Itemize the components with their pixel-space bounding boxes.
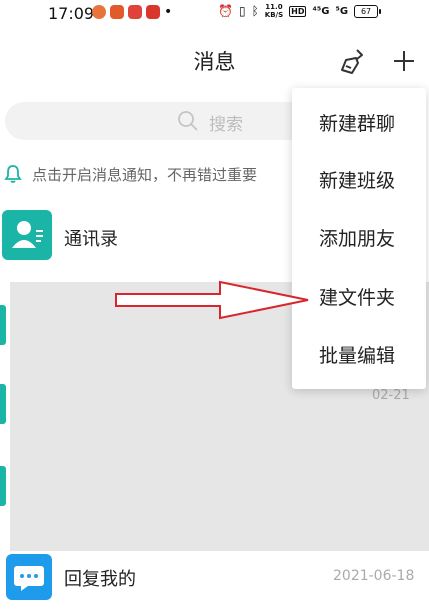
conversation-avatar-edge [0, 466, 6, 506]
nav-bar: 消息 [0, 34, 429, 88]
app-notification-icon [110, 5, 124, 19]
chat-bubble-icon [6, 554, 52, 600]
contacts-label: 通讯录 [64, 229, 118, 250]
add-dropdown-menu: 新建群聊 新建班级 添加朋友 建文件夹 批量编辑 [292, 88, 426, 389]
menu-item-new-class[interactable]: 新建班级 [292, 151, 426, 211]
notification-hint-text: 点击开启消息通知，不再错过重要 [32, 166, 258, 184]
app-notification-icon [146, 5, 160, 19]
reply-mine-date: 2021-06-18 [333, 568, 415, 584]
menu-item-batch-edit[interactable]: 批量编辑 [292, 326, 426, 386]
bluetooth-icon: ᛒ [251, 4, 259, 18]
hd-badge: HD [289, 5, 307, 17]
network-speed-unit: KB/S [264, 11, 284, 19]
annotation-arrow-icon [115, 280, 309, 320]
menu-item-new-group-chat[interactable]: 新建群聊 [292, 94, 426, 154]
more-notifications-dot-icon: • [164, 4, 173, 20]
search-icon [178, 111, 198, 131]
plus-icon[interactable] [389, 46, 419, 76]
menu-item-new-folder[interactable]: 建文件夹 [292, 268, 426, 328]
reply-mine-row[interactable]: 回复我的 2021-06-18 [0, 553, 429, 612]
conversation-avatar-edge [0, 305, 6, 345]
network-speed-value: 11.0 [265, 3, 283, 11]
battery-icon: 67 [354, 4, 382, 18]
system-status-icons: ⏰ ▯ ᛒ 11.0 KB/S HD ⁴⁵G ⁵G 67 [218, 3, 382, 19]
network-speed: 11.0 KB/S [265, 3, 283, 19]
vibrate-icon: ▯ [238, 4, 246, 18]
conversation-timestamp: 02-21 [372, 388, 410, 403]
alarm-icon: ⏰ [218, 4, 233, 18]
broom-icon[interactable] [338, 46, 368, 76]
reply-mine-label: 回复我的 [64, 569, 136, 590]
conversation-avatar-edge [0, 384, 6, 424]
menu-item-add-friend[interactable]: 添加朋友 [292, 209, 426, 269]
signal-strength-2: ⁵G [335, 5, 349, 17]
search-placeholder: 搜索 [209, 115, 243, 135]
signal-strength-1: ⁴⁵G [312, 5, 330, 17]
status-bar: 17:09 • ⏰ ▯ ᛒ 11.0 KB/S HD ⁴⁵G ⁵G 67 [0, 0, 429, 30]
notification-app-icons: • [92, 5, 172, 19]
bell-icon [4, 165, 22, 183]
contacts-icon [2, 210, 52, 260]
app-notification-icon [92, 5, 106, 19]
app-notification-icon [128, 5, 142, 19]
status-time: 17:09 [48, 4, 95, 23]
